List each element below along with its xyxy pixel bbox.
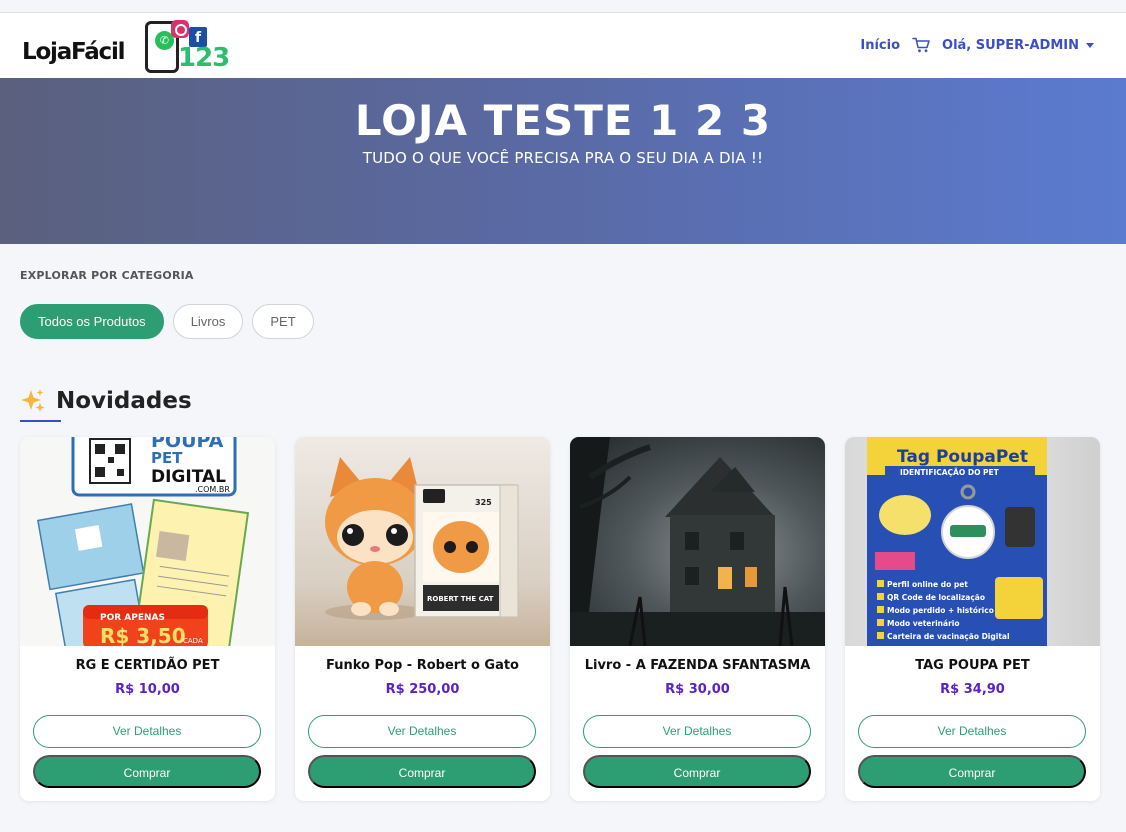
tag-feature-5: Carteira de vacinação Digital xyxy=(887,632,1010,641)
view-details-button[interactable]: Ver Detalhes xyxy=(308,715,536,748)
navbar: LojaFácil ✆ f 123 Início Olá, SUPER-ADMI… xyxy=(0,13,1126,78)
funko-illustration: 325 ROBERT THE CAT xyxy=(325,457,519,620)
cart-icon[interactable] xyxy=(912,37,930,53)
buy-button[interactable]: Comprar xyxy=(583,755,811,788)
view-details-button[interactable]: Ver Detalhes xyxy=(858,715,1086,748)
tag-title-text: Tag PoupaPet xyxy=(897,447,1028,467)
chevron-down-icon xyxy=(1086,42,1094,48)
box-number-text: 325 xyxy=(475,498,492,507)
product-card: POUPA PET DIGITAL .COM.BR POR APENAS R$ … xyxy=(20,437,275,801)
store-title: LOJA TESTE 1 2 3 xyxy=(354,96,772,145)
box-label-text: ROBERT THE CAT xyxy=(427,595,494,603)
category-livros[interactable]: Livros xyxy=(172,304,244,339)
store-subtitle: TUDO O QUE VOCÊ PRECISA PRA O SEU DIA A … xyxy=(362,149,764,167)
tag-feature-1: Perfil online do pet xyxy=(887,580,968,589)
image-sub2-text: DIGITAL xyxy=(151,467,226,487)
category-label: EXPLORAR POR CATEGORIA xyxy=(20,269,194,282)
tag-feature-3: Modo perdido + histórico xyxy=(887,606,994,615)
pet-id-illustration: POUPA PET DIGITAL .COM.BR POR APENAS R$ … xyxy=(37,437,250,646)
buy-button[interactable]: Comprar xyxy=(858,755,1086,788)
buy-button[interactable]: Comprar xyxy=(308,755,536,788)
user-greeting: Olá, SUPER-ADMIN xyxy=(942,37,1079,53)
logo-text: LojaFácil xyxy=(22,39,126,65)
section-underline xyxy=(20,420,61,422)
product-name[interactable]: Funko Pop - Robert o Gato xyxy=(295,658,550,673)
image-sub-text: PET xyxy=(151,449,183,467)
user-dropdown[interactable]: Olá, SUPER-ADMIN xyxy=(942,38,1094,53)
product-price: R$ 34,90 xyxy=(940,682,1005,697)
sparkle-icon xyxy=(21,389,45,412)
product-name[interactable]: RG E CERTIDÃO PET xyxy=(20,658,275,673)
haunted-house-illustration xyxy=(570,437,825,646)
logo-number: 123 xyxy=(178,43,230,73)
product-card: 325 ROBERT THE CAT Funko Pop - Robert o … xyxy=(295,437,550,801)
nav-home-link[interactable]: Início xyxy=(860,38,900,53)
product-image[interactable]: POUPA PET DIGITAL .COM.BR POR APENAS R$ … xyxy=(20,437,275,646)
view-details-button[interactable]: Ver Detalhes xyxy=(583,715,811,748)
product-image[interactable]: 325 ROBERT THE CAT xyxy=(295,437,550,646)
image-offer-text: POR APENAS xyxy=(100,613,165,623)
tag-feature-4: Modo veterinário xyxy=(887,619,960,628)
buy-button[interactable]: Comprar xyxy=(33,755,261,788)
tag-subtitle-text: IDENTIFICAÇÃO DO PET xyxy=(900,468,1000,477)
product-name[interactable]: TAG POUPA PET xyxy=(845,658,1100,673)
instagram-icon xyxy=(171,20,189,38)
category-all[interactable]: Todos os Produtos xyxy=(20,304,164,339)
image-unit-text: CADA xyxy=(183,637,203,645)
product-image[interactable] xyxy=(570,437,825,646)
image-domain-text: .COM.BR xyxy=(195,485,230,494)
product-grid: POUPA PET DIGITAL .COM.BR POR APENAS R$ … xyxy=(20,437,1120,801)
image-price-text: R$ 3,50 xyxy=(100,624,186,646)
section-title-text: Novidades xyxy=(56,388,192,414)
tag-feature-2: QR Code de localização xyxy=(887,593,985,602)
product-price: R$ 30,00 xyxy=(665,682,730,697)
product-price: R$ 10,00 xyxy=(115,682,180,697)
product-name[interactable]: Livro - A FAZENDA SFANTASMA xyxy=(570,658,825,673)
product-price: R$ 250,00 xyxy=(385,682,460,697)
product-image[interactable]: Tag PoupaPet IDENTIFICAÇÃO DO PET Perfil… xyxy=(845,437,1100,646)
section-title: Novidades xyxy=(20,388,192,414)
view-details-button[interactable]: Ver Detalhes xyxy=(33,715,261,748)
category-pet[interactable]: PET xyxy=(252,304,314,339)
product-card: Tag PoupaPet IDENTIFICAÇÃO DO PET Perfil… xyxy=(845,437,1100,801)
tag-package-illustration: Tag PoupaPet IDENTIFICAÇÃO DO PET Perfil… xyxy=(867,437,1047,646)
product-card: Livro - A FAZENDA SFANTASMA R$ 30,00 Ver… xyxy=(570,437,825,801)
hero-banner: LOJA TESTE 1 2 3 TUDO O QUE VOCÊ PRECISA… xyxy=(0,78,1126,244)
logo[interactable]: LojaFácil ✆ f 123 xyxy=(22,18,232,76)
category-filter: Todos os Produtos Livros PET xyxy=(20,304,323,339)
nav-menu: Início Olá, SUPER-ADMIN xyxy=(860,37,1094,53)
